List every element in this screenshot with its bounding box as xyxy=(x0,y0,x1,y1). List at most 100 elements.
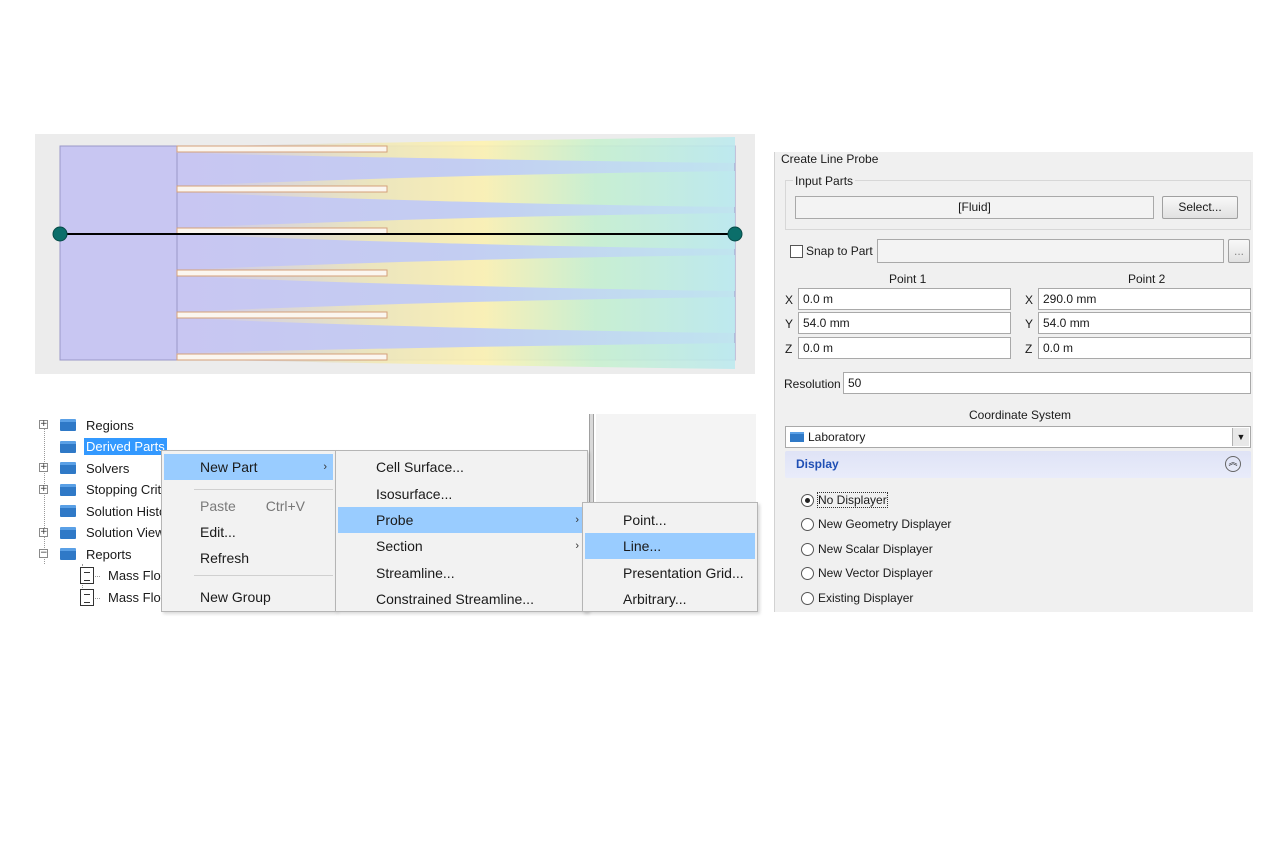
point1-z-field[interactable]: 0.0 m xyxy=(798,337,1011,359)
tree-item-folder[interactable]: + Solvers xyxy=(39,458,131,478)
probe-menu-item[interactable]: Line... xyxy=(585,533,755,559)
menu-item-label: Streamline... xyxy=(376,565,455,581)
display-option-label[interactable]: New Vector Displayer xyxy=(818,566,933,580)
new-part-menu-item[interactable]: Probe › xyxy=(338,507,585,533)
submenu-arrow-icon: › xyxy=(575,514,579,526)
snap-to-part-checkbox[interactable] xyxy=(790,245,803,258)
point2-z-field[interactable]: 0.0 m xyxy=(1038,337,1251,359)
tree-item-folder[interactable]: Solution Histo xyxy=(60,501,168,521)
snap-to-part-label: Snap to Part xyxy=(806,244,873,258)
tree-item-folder[interactable]: + Regions xyxy=(39,415,136,435)
point2-x-field[interactable]: 290.0 mm xyxy=(1038,288,1251,310)
probe-menu-item[interactable]: Point... xyxy=(585,507,755,533)
point2-y-axis-label: Y xyxy=(1025,317,1034,331)
report-icon xyxy=(80,567,94,584)
resolution-field[interactable]: 50 xyxy=(843,372,1251,394)
context-menu-item[interactable]: Paste Ctrl+V xyxy=(164,493,333,519)
tree-item-label[interactable]: Derived Parts xyxy=(84,438,167,455)
create-line-probe-panel: Create Line Probe Input Parts [Fluid] Se… xyxy=(774,152,1253,612)
menu-item-label: Refresh xyxy=(200,550,250,566)
new-part-submenu: Cell Surface... Isosurface... Probe › Sectio… xyxy=(335,450,588,612)
display-option-label[interactable]: No Displayer xyxy=(817,492,888,508)
menu-item-label: Point... xyxy=(623,512,667,528)
flow-field-visualization xyxy=(52,137,743,369)
tree-item-report[interactable]: Mass Flov xyxy=(80,566,169,586)
flow-viewport[interactable] xyxy=(35,134,755,374)
menu-item-label: Cell Surface... xyxy=(376,459,464,475)
menu-item-label: Isosurface... xyxy=(376,486,453,502)
tree-item-folder[interactable]: + Solution View xyxy=(39,523,167,543)
display-section-header[interactable]: Display ︽ xyxy=(785,451,1251,478)
expand-toggle-icon[interactable]: + xyxy=(39,484,48,494)
report-icon xyxy=(80,588,94,606)
channel-wall-step xyxy=(176,145,388,153)
tree-item-label[interactable]: Solution View xyxy=(84,524,167,541)
point1-z-axis-label: Z xyxy=(785,342,793,356)
display-option-radio[interactable] xyxy=(801,542,814,556)
new-part-menu-item[interactable]: Section › xyxy=(338,533,585,559)
coordinate-system-label: Coordinate System xyxy=(969,408,1072,422)
snap-browse-button[interactable]: ... xyxy=(1228,239,1250,263)
tree-item-label[interactable]: Stopping Crit xyxy=(84,481,163,498)
probe-handle-end xyxy=(727,226,743,242)
tree-item-report[interactable]: Mass Flov xyxy=(80,587,169,607)
collapse-icon[interactable]: ︽ xyxy=(1225,456,1241,472)
snap-part-field[interactable] xyxy=(877,239,1224,263)
tree-item-label[interactable]: Regions xyxy=(84,417,136,434)
new-part-menu-item[interactable]: Cell Surface... xyxy=(338,454,585,480)
point2-label: Point 2 xyxy=(1128,272,1166,286)
select-button[interactable]: Select... xyxy=(1162,196,1238,219)
folder-icon xyxy=(790,432,804,442)
new-part-menu-item[interactable]: Constrained Streamline... xyxy=(338,586,585,611)
display-option-radio[interactable] xyxy=(801,518,814,532)
expand-toggle-icon[interactable]: + xyxy=(39,420,48,429)
tree-item-folder[interactable]: Derived Parts xyxy=(60,437,167,457)
context-menu-item[interactable]: Refresh xyxy=(164,545,333,571)
menu-item-label: Arbitrary... xyxy=(623,591,687,607)
probe-handle-start xyxy=(52,226,68,242)
new-part-menu-item[interactable]: Streamline... xyxy=(338,560,585,586)
folder-icon xyxy=(60,505,76,517)
point1-y-axis-label: Y xyxy=(785,317,794,331)
tree-item-label[interactable]: Mass Flov xyxy=(106,589,169,606)
dropdown-arrow-icon[interactable]: ▼ xyxy=(1232,428,1249,446)
point2-y-field[interactable]: 54.0 mm xyxy=(1038,312,1251,334)
point1-label: Point 1 xyxy=(889,272,927,286)
new-part-menu-item[interactable]: Isosurface... xyxy=(338,481,585,507)
context-menu-item[interactable]: New Part › xyxy=(164,454,333,480)
point2-x-axis-label: X xyxy=(1025,293,1034,307)
folder-icon xyxy=(60,548,76,560)
display-option-radio[interactable] xyxy=(801,494,814,507)
folder-icon xyxy=(60,483,76,496)
menu-item-label: Probe xyxy=(376,512,414,528)
expand-toggle-icon[interactable]: − xyxy=(39,549,48,558)
tree-item-folder[interactable]: − Reports xyxy=(39,544,134,564)
input-parts-field[interactable]: [Fluid] xyxy=(795,196,1154,219)
probe-menu-item[interactable]: Arbitrary... xyxy=(585,586,755,611)
display-option-label[interactable]: New Geometry Displayer xyxy=(818,517,951,531)
display-option-radio[interactable] xyxy=(801,591,814,605)
folder-icon xyxy=(60,440,76,453)
point1-x-field[interactable]: 0.0 m xyxy=(798,288,1011,310)
coordinate-system-select[interactable]: Laboratory ▼ xyxy=(785,426,1251,448)
display-option-label[interactable]: Existing Displayer xyxy=(818,591,913,605)
point2-z-axis-label: Z xyxy=(1025,342,1033,356)
probe-menu-item[interactable]: Presentation Grid... xyxy=(585,560,755,586)
display-option-label[interactable]: New Scalar Displayer xyxy=(818,542,933,556)
expand-toggle-icon[interactable]: + xyxy=(39,463,48,472)
display-option-radio[interactable] xyxy=(801,567,814,581)
menu-item-shortcut: Ctrl+V xyxy=(265,498,305,514)
channel-wall-step xyxy=(176,353,388,361)
menu-item-label: Line... xyxy=(623,538,662,554)
context-menu-item[interactable]: New Group xyxy=(164,584,333,610)
tree-item-label[interactable]: Mass Flov xyxy=(106,567,169,584)
tree-item-label[interactable]: Solvers xyxy=(84,460,131,477)
coordinate-system-value: Laboratory xyxy=(808,430,866,444)
folder-icon xyxy=(60,419,76,431)
tree-item-label[interactable]: Reports xyxy=(84,546,134,563)
tree-item-label[interactable]: Solution Histo xyxy=(84,503,168,520)
point1-y-field[interactable]: 54.0 mm xyxy=(798,312,1011,334)
expand-toggle-icon[interactable]: + xyxy=(39,527,48,537)
tree-item-folder[interactable]: + Stopping Crit xyxy=(39,480,163,500)
context-menu-item[interactable]: Edit... xyxy=(164,519,333,545)
